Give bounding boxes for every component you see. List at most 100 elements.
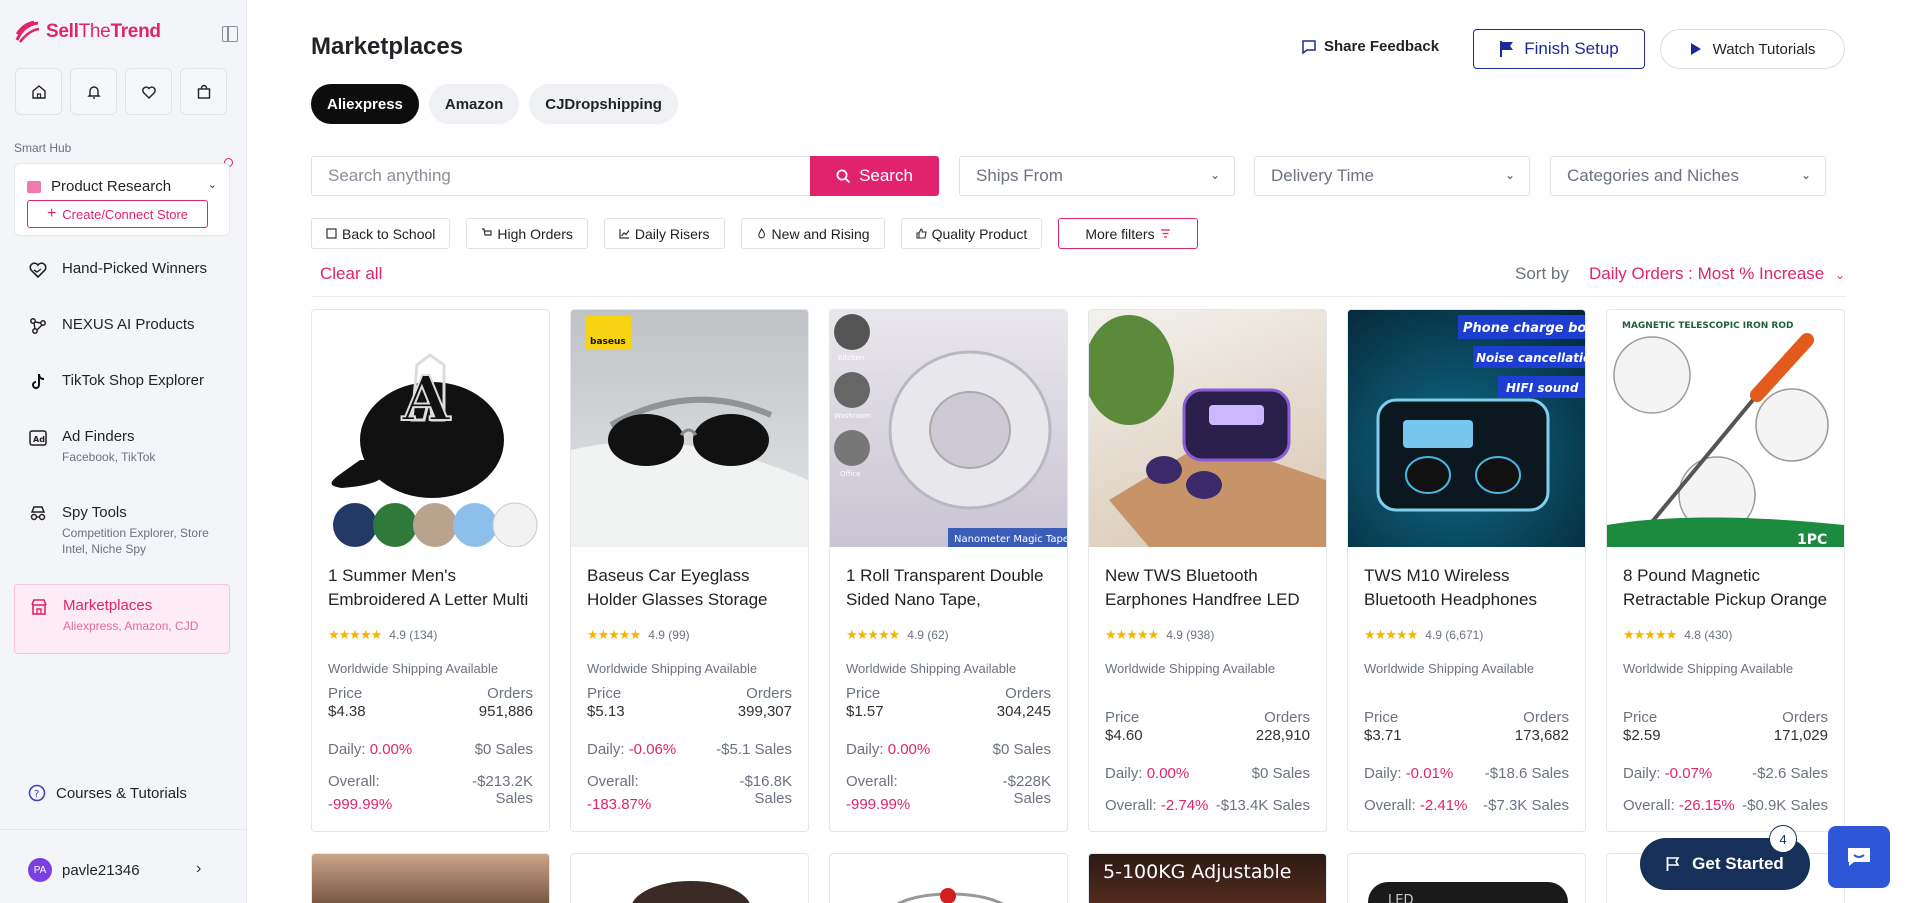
chip-high-orders[interactable]: High Orders <box>466 218 588 249</box>
more-filters-button[interactable]: More filters <box>1058 218 1198 249</box>
marketplace-tabs: Aliexpress Amazon CJDropshipping <box>311 84 678 124</box>
feedback-icon <box>1302 39 1316 54</box>
stars: ★★★★★ <box>328 627 382 642</box>
shopping-bag-button[interactable] <box>180 68 227 115</box>
price-value: $4.60 <box>1105 727 1143 744</box>
overall-sales: -$7.3K Sales <box>1483 797 1569 814</box>
favorites-button[interactable] <box>125 68 172 115</box>
watch-tutorials-button[interactable]: Watch Tutorials <box>1660 29 1845 69</box>
product-card[interactable]: MAGNETIC TELESCOPIC IRON ROD 1PC 8 Pound… <box>1606 309 1845 832</box>
sort-dropdown[interactable]: Daily Orders : Most % Increase ⌄ <box>1589 264 1845 284</box>
product-image: baseus <box>571 310 808 547</box>
sidebar: SellTheTrend Smart Hub Product Research … <box>0 0 247 903</box>
price-orders-values: $3.71 173,682 <box>1364 727 1569 744</box>
tab-cjdropshipping[interactable]: CJDropshipping <box>529 84 678 124</box>
product-card[interactable] <box>570 853 809 903</box>
product-title[interactable]: TWS M10 Wireless Bluetooth Headphones <box>1364 564 1574 612</box>
home-button[interactable] <box>15 68 62 115</box>
product-card[interactable]: Phone charge box Noise cancellation HIFI… <box>1347 309 1586 832</box>
product-card[interactable]: Kitchen Washroom Office Nanometer Magic … <box>829 309 1068 832</box>
product-image: Phone charge box Noise cancellation HIFI… <box>1348 310 1585 547</box>
sidebar-item-hand-picked[interactable]: Hand-Picked Winners <box>14 260 230 280</box>
daily-label: Daily: <box>328 741 366 758</box>
tab-aliexpress[interactable]: Aliexpress <box>311 84 419 124</box>
product-title[interactable]: New TWS Bluetooth Earphones Handfree LED <box>1105 564 1315 612</box>
rod-badge: 1PC <box>1797 532 1827 547</box>
daily-row: Daily: -0.07% -$2.6 Sales <box>1623 765 1828 782</box>
sidebar-item-nexus[interactable]: NEXUS AI Products <box>14 316 230 336</box>
sidebar-item-tiktok-shop[interactable]: TikTok Shop Explorer <box>14 372 230 392</box>
chip-daily-risers[interactable]: Daily Risers <box>603 218 725 249</box>
ships-from-dropdown[interactable]: Ships From ⌄ <box>959 156 1235 196</box>
logo-icon <box>15 20 40 43</box>
orders-value: 173,682 <box>1514 727 1569 744</box>
price-label: Price <box>1623 709 1658 726</box>
product-title[interactable]: 1 Summer Men's Embroidered A Letter Mult… <box>328 564 538 612</box>
product-research-toggle[interactable]: Product Research <box>27 178 171 195</box>
product-card[interactable]: LED <box>1347 853 1586 903</box>
product-title[interactable]: Baseus Car Eyeglass Holder Glasses Stora… <box>587 564 797 612</box>
chevron-right-icon[interactable]: › <box>196 860 201 878</box>
product-card[interactable]: New TWS Bluetooth Earphones Handfree LED… <box>1088 309 1327 832</box>
tape-office: Office <box>840 470 860 478</box>
username: pavle21346 <box>62 861 140 879</box>
product-title[interactable]: 1 Roll Transparent Double Sided Nano Tap… <box>846 564 1056 612</box>
user-menu[interactable]: PA pavle21346 <box>28 858 140 882</box>
orders-label: Orders <box>1264 709 1310 726</box>
orders-label: Orders <box>1782 709 1828 726</box>
clear-all-link[interactable]: Clear all <box>320 264 382 284</box>
tab-amazon[interactable]: Amazon <box>428 84 520 124</box>
search-input[interactable] <box>328 166 811 186</box>
product-image: A <box>312 310 549 547</box>
delivery-time-dropdown[interactable]: Delivery Time ⌄ <box>1254 156 1530 196</box>
product-card[interactable] <box>829 853 1068 903</box>
price-label: Price <box>1105 709 1140 726</box>
notifications-button[interactable] <box>70 68 117 115</box>
sidebar-collapse-icon[interactable] <box>222 26 238 42</box>
finish-setup-label: Finish Setup <box>1524 39 1619 58</box>
create-store-label: Create/Connect Store <box>62 206 189 222</box>
book-icon <box>326 228 337 239</box>
chevron-down-icon: ⌄ <box>1800 168 1811 182</box>
orders-value: 228,910 <box>1255 727 1310 744</box>
sidebar-item-ad-finders[interactable]: Ad Ad Finders Facebook, TikTok <box>14 428 230 465</box>
product-card[interactable]: A 1 Summer Men's Embroidered A Letter Mu… <box>311 309 550 832</box>
price-orders-labels: Price Orders <box>1105 709 1310 726</box>
chip-back-to-school[interactable]: Back to School <box>311 218 451 249</box>
tape-kitchen: Kitchen <box>838 354 864 362</box>
chip-label: High Orders <box>497 225 573 242</box>
finish-setup-button[interactable]: Finish Setup <box>1473 29 1645 69</box>
product-card[interactable] <box>311 853 550 903</box>
product-image <box>1089 310 1326 547</box>
overall-row: Overall: -26.15% -$0.9K Sales <box>1623 797 1828 814</box>
chip-label: Daily Risers <box>634 225 710 242</box>
sidebar-item-marketplaces[interactable]: Marketplaces Aliexpress, Amazon, CJD <box>14 584 230 654</box>
overall-sales: -$0.9K Sales <box>1742 797 1828 814</box>
product-card[interactable]: 5-100KG Adjustable <box>1088 853 1327 903</box>
create-store-button[interactable]: + Create/Connect Store <box>27 200 208 228</box>
orders-label: Orders <box>1523 709 1569 726</box>
categories-dropdown[interactable]: Categories and Niches ⌄ <box>1550 156 1826 196</box>
chip-quality-product[interactable]: Quality Product <box>900 218 1043 249</box>
price-orders-values: $1.57 304,245 <box>846 703 1051 720</box>
chevron-down-icon[interactable]: ⌄ <box>208 178 217 191</box>
chip-new-and-rising[interactable]: New and Rising <box>740 218 885 249</box>
search-button[interactable]: Search <box>810 156 939 196</box>
sidebar-item-spy-tools[interactable]: Spy Tools Competition Explorer, Store In… <box>14 504 230 557</box>
categories-label: Categories and Niches <box>1567 166 1739 185</box>
product-title[interactable]: 8 Pound Magnetic Retractable Pickup Oran… <box>1623 564 1833 612</box>
courses-tutorials-link[interactable]: ? Courses & Tutorials <box>28 784 187 802</box>
product-card[interactable]: baseus Baseus Car Eyeglass Holder Glasse… <box>570 309 809 832</box>
price-label: Price <box>587 685 622 702</box>
shipping-note: Worldwide Shipping Available <box>587 661 758 676</box>
daily-row: Daily: -0.06% -$5.1 Sales <box>587 741 792 758</box>
brand-logo[interactable]: SellTheTrend <box>14 20 161 44</box>
chip-label: More filters <box>1085 225 1155 242</box>
share-feedback-button[interactable]: Share Feedback <box>1301 38 1439 55</box>
daily-label: Daily: <box>1364 765 1402 782</box>
price-value: $3.71 <box>1364 727 1402 744</box>
ad-icon: Ad <box>28 428 48 448</box>
chat-button[interactable] <box>1828 826 1890 888</box>
overall-pct: -999.99% <box>328 796 393 813</box>
daily-row: Daily: 0.00% $0 Sales <box>328 741 533 758</box>
